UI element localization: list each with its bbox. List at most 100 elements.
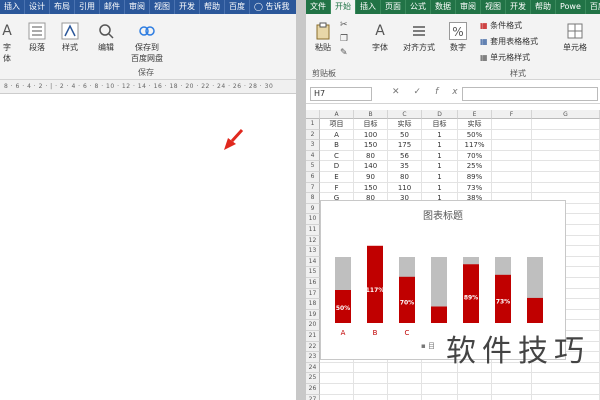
cell-c4[interactable]: 56 [388, 150, 422, 162]
tab-developer[interactable]: 开发 [506, 0, 531, 14]
cell-e5[interactable]: 25% [458, 161, 492, 172]
cell-a5[interactable]: D [320, 161, 354, 172]
cell-a1[interactable]: 项目 [320, 119, 354, 130]
row-header-3[interactable]: 3 [306, 140, 320, 151]
cell-f4[interactable] [492, 150, 532, 162]
tab-file[interactable]: 文件 [306, 0, 331, 14]
row-header-21[interactable]: 21 [306, 331, 320, 342]
cell-f6[interactable] [492, 172, 532, 183]
tab-home[interactable]: 开始 [331, 0, 356, 14]
cancel-icon[interactable]: ✕ [392, 87, 414, 97]
cell-f2[interactable] [492, 129, 532, 141]
tab-tell-me[interactable]: ◯ 告诉我 [250, 0, 294, 14]
column-header-g[interactable]: G [532, 110, 600, 119]
cell-a26[interactable] [320, 384, 354, 395]
table-format-button[interactable]: ▦ 套用表格格式 [480, 36, 538, 47]
cell-b2[interactable]: 100 [354, 129, 388, 141]
cell-a24[interactable] [320, 362, 354, 374]
cell-c7[interactable]: 110 [388, 182, 422, 194]
tab-help[interactable]: 帮助 [200, 0, 225, 14]
formula-input[interactable] [462, 87, 598, 101]
tab-baidu[interactable]: 百度 [225, 0, 250, 14]
row-header-27[interactable]: 27 [306, 394, 320, 400]
tab-view[interactable]: 视图 [481, 0, 506, 14]
cells-button[interactable]: 单元格 [558, 22, 592, 53]
row-header-7[interactable]: 7 [306, 182, 320, 194]
cell-c5[interactable]: 35 [388, 161, 422, 172]
font-button[interactable]: A 字体 [368, 22, 392, 53]
confirm-icon[interactable]: ✓ [414, 87, 436, 97]
cell-c26[interactable] [388, 384, 422, 395]
cell-a25[interactable] [320, 373, 354, 384]
cell-g27[interactable] [532, 394, 600, 400]
cell-d27[interactable] [422, 394, 458, 400]
cell-b6[interactable]: 90 [354, 172, 388, 183]
column-header-c[interactable]: C [388, 110, 422, 119]
row-header-9[interactable]: 9 [306, 203, 320, 215]
cell-b7[interactable]: 150 [354, 182, 388, 194]
cell-a6[interactable]: E [320, 172, 354, 183]
row-header-15[interactable]: 15 [306, 267, 320, 278]
row-header-24[interactable]: 24 [306, 362, 320, 374]
cell-b4[interactable]: 80 [354, 150, 388, 162]
cell-b3[interactable]: 150 [354, 140, 388, 151]
cell-f7[interactable] [492, 182, 532, 194]
tab-baidu[interactable]: 百度 [586, 0, 600, 14]
row-header-2[interactable]: 2 [306, 129, 320, 141]
column-header-e[interactable]: E [458, 110, 492, 119]
cell-g7[interactable] [532, 182, 600, 194]
tab-design[interactable]: 设计 [25, 0, 50, 14]
cell-c2[interactable]: 50 [388, 129, 422, 141]
copy-icon[interactable]: ❐ [340, 34, 348, 44]
tab-review[interactable]: 审阅 [456, 0, 481, 14]
cell-d5[interactable]: 1 [422, 161, 458, 172]
cell-g26[interactable] [532, 384, 600, 395]
cell-e1[interactable]: 实际 [458, 119, 492, 130]
cell-f1[interactable] [492, 119, 532, 130]
cell-f26[interactable] [492, 384, 532, 395]
cell-a4[interactable]: C [320, 150, 354, 162]
tab-insert[interactable]: 插入 [0, 0, 25, 14]
row-header-6[interactable]: 6 [306, 172, 320, 183]
row-header-4[interactable]: 4 [306, 150, 320, 162]
cell-d1[interactable]: 目标 [422, 119, 458, 130]
cell-d3[interactable]: 1 [422, 140, 458, 151]
row-header-23[interactable]: 23 [306, 352, 320, 363]
tab-formulas[interactable]: 公式 [406, 0, 431, 14]
cell-b26[interactable] [354, 384, 388, 395]
row-header-11[interactable]: 11 [306, 225, 320, 236]
cell-e6[interactable]: 89% [458, 172, 492, 183]
cell-b5[interactable]: 140 [354, 161, 388, 172]
cell-b24[interactable] [354, 362, 388, 374]
select-all-corner[interactable] [306, 110, 320, 119]
row-header-8[interactable]: 8 [306, 193, 320, 204]
document-page[interactable] [0, 110, 296, 400]
tab-power[interactable]: Powe [556, 0, 586, 14]
cell-e7[interactable]: 73% [458, 182, 492, 194]
tab-data[interactable]: 数据 [431, 0, 456, 14]
cell-d4[interactable]: 1 [422, 150, 458, 162]
row-header-18[interactable]: 18 [306, 299, 320, 310]
cell-a27[interactable] [320, 394, 354, 400]
row-header-25[interactable]: 25 [306, 373, 320, 384]
row-header-13[interactable]: 13 [306, 246, 320, 257]
cell-g3[interactable] [532, 140, 600, 151]
cell-e25[interactable] [458, 373, 492, 384]
row-header-20[interactable]: 20 [306, 320, 320, 331]
cell-d2[interactable]: 1 [422, 129, 458, 141]
cell-a3[interactable]: B [320, 140, 354, 151]
column-header-f[interactable]: F [492, 110, 532, 119]
style-button[interactable]: 样式 [58, 22, 82, 53]
row-header-17[interactable]: 17 [306, 288, 320, 300]
edit-button[interactable]: 编辑 [94, 22, 118, 53]
cell-f27[interactable] [492, 394, 532, 400]
cell-g4[interactable] [532, 150, 600, 162]
tab-help[interactable]: 帮助 [531, 0, 556, 14]
alignment-button[interactable]: 对齐方式 [400, 22, 438, 53]
cell-c24[interactable] [388, 362, 422, 374]
cell-e26[interactable] [458, 384, 492, 395]
cell-d7[interactable]: 1 [422, 182, 458, 194]
save-baidu-button[interactable]: 保存到 百度网盘 [128, 22, 166, 64]
cell-d6[interactable]: 1 [422, 172, 458, 183]
font-button[interactable]: A 字体 [0, 22, 14, 64]
